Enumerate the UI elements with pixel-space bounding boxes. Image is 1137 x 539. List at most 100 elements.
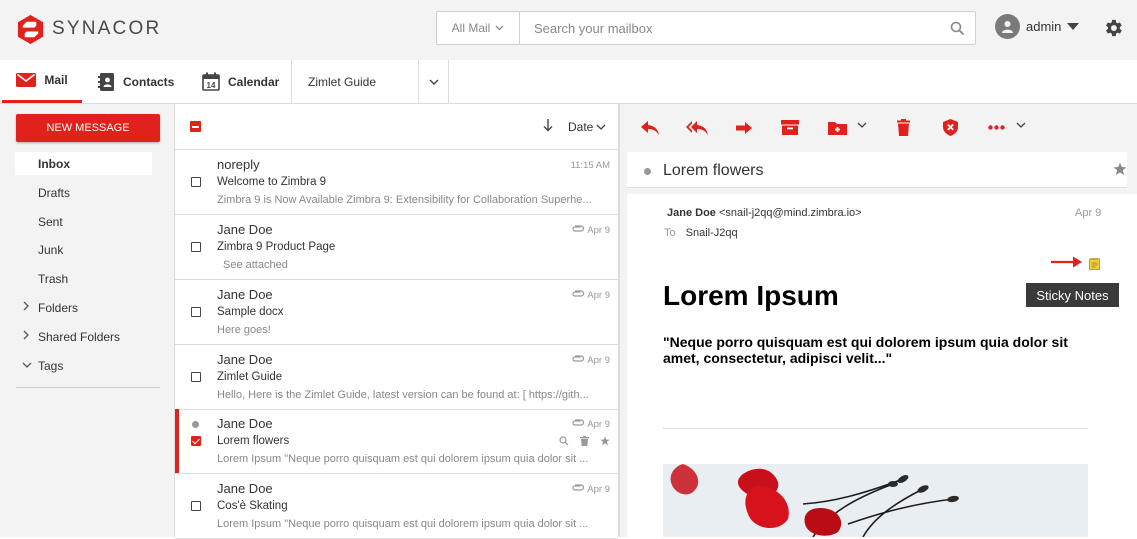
message-subject: Zimbra 9 Product Page <box>217 241 336 253</box>
caret-down-icon <box>1067 23 1080 30</box>
sidebar-group-shared-folders[interactable]: Shared Folders <box>15 325 152 348</box>
contacts-icon <box>98 72 114 91</box>
message-preview: Hello, Here is the Zimlet Guide, latest … <box>217 389 589 401</box>
recipient[interactable]: Snail-J2qq <box>686 227 738 239</box>
avatar <box>995 14 1020 39</box>
sidebar-item-trash[interactable]: Trash <box>15 267 152 290</box>
row-actions <box>559 436 610 446</box>
sidebar-item-inbox[interactable]: Inbox <box>15 152 152 175</box>
user-menu[interactable]: admin <box>995 14 1080 39</box>
message-sender: Jane Doe <box>217 287 273 302</box>
search-icon <box>950 21 964 35</box>
username: admin <box>1026 19 1062 34</box>
sidebar-item-drafts[interactable]: Drafts <box>15 181 152 204</box>
chevron-down-icon[interactable] <box>1016 122 1026 128</box>
more-tabs-button[interactable] <box>418 60 448 103</box>
chevron-down-icon[interactable] <box>857 122 867 128</box>
move-to-folder-icon[interactable] <box>828 120 847 135</box>
email-quote: "Neque porro quisquam est qui dolorem ip… <box>663 334 1068 366</box>
conversation-header: Lorem flowers <box>627 152 1127 188</box>
attachment-icon <box>572 419 584 426</box>
message-view: Jane Doe <snail-j2qq@mind.zimbra.io> Apr… <box>627 194 1137 537</box>
attachment-icon <box>572 484 584 491</box>
chevron-down-icon <box>22 362 32 368</box>
reply-icon[interactable] <box>641 121 659 135</box>
message-preview: Lorem Ipsum "Neque porro quisquam est qu… <box>217 518 589 530</box>
divider <box>16 387 160 388</box>
more-options-icon[interactable] <box>988 125 1005 130</box>
search-icon[interactable] <box>559 436 569 446</box>
message-sender: Jane Doe <box>217 222 273 237</box>
sidebar-item-junk[interactable]: Junk <box>15 238 152 261</box>
message-checkbox[interactable] <box>191 307 201 317</box>
message-subject: Cos'è Skating <box>217 500 288 512</box>
tab-calendar-label: Calendar <box>228 74 280 89</box>
message-time: Apr 9 <box>587 484 610 495</box>
message-subject: Sample docx <box>217 306 284 318</box>
tab-zimlet-guide[interactable]: Zimlet Guide <box>291 60 449 103</box>
message-checkbox[interactable] <box>191 501 201 511</box>
spam-shield-icon[interactable] <box>943 119 958 136</box>
message-checkbox[interactable] <box>191 436 201 446</box>
star-icon[interactable] <box>600 436 610 446</box>
delete-icon[interactable] <box>897 119 910 136</box>
forward-icon[interactable] <box>736 122 752 134</box>
list-item-selected[interactable]: Jane Doe Apr 9 Lorem flowers Lorem Ipsum… <box>175 409 618 474</box>
svg-text:14: 14 <box>207 81 216 90</box>
message-time: Apr 9 <box>587 419 610 430</box>
tab-calendar[interactable]: 14 Calendar <box>202 60 279 103</box>
message-checkbox[interactable] <box>191 242 201 252</box>
attachment-icon <box>572 225 584 232</box>
search-button[interactable] <box>939 12 975 44</box>
message-list-header: Date <box>175 104 618 150</box>
message-preview: Lorem Ipsum "Neque porro quisquam est qu… <box>217 453 589 465</box>
sidebar-group-label: Shared Folders <box>38 329 121 344</box>
sort-direction-icon[interactable] <box>543 119 553 132</box>
email-heading: Lorem Ipsum <box>663 280 839 311</box>
search-scope-dropdown[interactable]: All Mail <box>437 12 520 44</box>
reply-all-icon[interactable] <box>686 121 708 135</box>
settings-button[interactable] <box>1102 17 1124 44</box>
star-icon[interactable] <box>1113 162 1127 176</box>
recipients-line: To Snail-J2qq <box>664 227 738 239</box>
message-toolbar <box>620 104 1137 150</box>
message-checkbox[interactable] <box>191 177 201 187</box>
search-input[interactable] <box>520 12 939 44</box>
tab-mail[interactable]: Mail <box>2 60 82 103</box>
list-item[interactable]: Jane Doe Apr 9 Zimlet Guide Hello, Here … <box>175 345 618 410</box>
message-time: 11:15 AM <box>570 160 610 171</box>
chevron-down-icon <box>596 124 606 130</box>
sort-dropdown[interactable]: Date <box>568 120 606 134</box>
message-sender: Jane Doe <box>217 416 273 431</box>
new-message-button[interactable]: NEW MESSAGE <box>16 114 160 142</box>
conversation-title: Lorem flowers <box>663 162 764 179</box>
sender-email: <snail-j2qq@mind.zimbra.io> <box>718 207 862 219</box>
message-sender-line[interactable]: Jane Doe <snail-j2qq@mind.zimbra.io> <box>667 207 862 219</box>
tab-zimlet-guide-label: Zimlet Guide <box>308 74 377 89</box>
user-icon <box>1002 21 1013 33</box>
tab-mail-label: Mail <box>44 73 68 87</box>
list-item[interactable]: Jane Doe Apr 9 Zimbra 9 Product Page See… <box>175 215 618 280</box>
archive-icon[interactable] <box>781 120 799 135</box>
flower-image <box>663 464 1088 537</box>
trash-icon[interactable] <box>580 436 589 446</box>
sidebar-group-folders[interactable]: Folders <box>15 296 152 319</box>
unread-indicator[interactable] <box>644 168 651 175</box>
message-subject: Zimlet Guide <box>217 371 283 383</box>
message-preview: See attached <box>223 259 288 271</box>
list-item[interactable]: noreply 11:15 AM Welcome to Zimbra 9 Zim… <box>175 150 618 215</box>
synacor-logo[interactable]: SYNACOR <box>15 13 165 45</box>
sidebar-group-label: Tags <box>38 358 64 373</box>
chevron-right-icon <box>23 330 29 340</box>
tab-contacts[interactable]: Contacts <box>98 60 174 103</box>
select-all-checkbox[interactable] <box>190 121 201 132</box>
sidebar-item-sent[interactable]: Sent <box>15 210 152 233</box>
unread-indicator[interactable] <box>192 421 199 428</box>
message-checkbox[interactable] <box>191 372 201 382</box>
sticky-note-icon[interactable] <box>1089 258 1100 270</box>
message-sender: Jane Doe <box>217 352 273 367</box>
message-preview: Zimbra 9 is Now Available Zimbra 9: Exte… <box>217 194 592 206</box>
list-item[interactable]: Jane Doe Apr 9 Sample docx Here goes! <box>175 280 618 345</box>
list-item[interactable]: Jane Doe Apr 9 Cos'è Skating Lorem Ipsum… <box>175 474 618 539</box>
sidebar-group-tags[interactable]: Tags <box>15 354 152 377</box>
